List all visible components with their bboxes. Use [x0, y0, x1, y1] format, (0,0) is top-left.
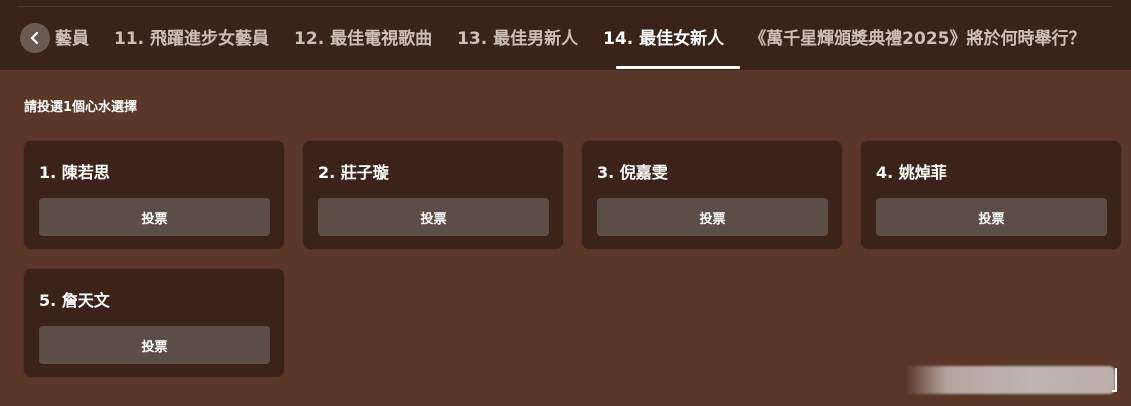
- candidate-card: 2. 莊子璇 投票: [302, 140, 564, 250]
- vote-instruction: 請投選1個心水選擇: [24, 100, 138, 115]
- candidate-name: 3. 倪嘉雯: [597, 163, 668, 182]
- candidate-card: 1. 陳若思 投票: [23, 140, 285, 250]
- candidate-name: 4. 姚焯菲: [876, 163, 947, 182]
- candidate-card: 5. 詹天文 投票: [23, 268, 285, 378]
- vote-button[interactable]: 投票: [876, 198, 1107, 236]
- candidate-card: 4. 姚焯菲 投票: [860, 140, 1122, 250]
- tab-ceremony-date-question[interactable]: 《萬千星輝頒獎典禮2025》將於何時舉行？: [749, 24, 1085, 54]
- vote-button[interactable]: 投票: [39, 326, 270, 364]
- candidate-name: 2. 莊子璇: [318, 163, 389, 182]
- vote-button[interactable]: 投票: [597, 198, 828, 236]
- tab-most-improved-actress[interactable]: 11. 飛躍進步女藝員: [114, 24, 269, 54]
- active-tab-indicator: [616, 66, 740, 69]
- candidate-name: 5. 詹天文: [39, 291, 110, 310]
- tab-bar: 藝員 11. 飛躍進步女藝員 12. 最佳電視歌曲 13. 最佳男新人 14. …: [0, 0, 1131, 70]
- blurred-watermark: [905, 366, 1115, 394]
- candidate-name: 1. 陳若思: [39, 163, 110, 182]
- tab-best-tv-song[interactable]: 12. 最佳電視歌曲: [294, 24, 432, 54]
- scroll-back-button[interactable]: [20, 23, 50, 53]
- chevron-left-icon: [30, 31, 39, 45]
- vote-button[interactable]: 投票: [318, 198, 549, 236]
- vote-button[interactable]: 投票: [39, 198, 270, 236]
- tab-actor[interactable]: 藝員: [55, 24, 89, 54]
- divider: [18, 6, 1113, 7]
- tab-best-new-actress[interactable]: 14. 最佳女新人: [603, 24, 724, 54]
- candidate-card: 3. 倪嘉雯 投票: [581, 140, 843, 250]
- tab-list: 藝員 11. 飛躍進步女藝員 12. 最佳電視歌曲 13. 最佳男新人 14. …: [55, 24, 1111, 54]
- tab-best-new-actor[interactable]: 13. 最佳男新人: [457, 24, 578, 54]
- corner-bracket: [1112, 368, 1117, 392]
